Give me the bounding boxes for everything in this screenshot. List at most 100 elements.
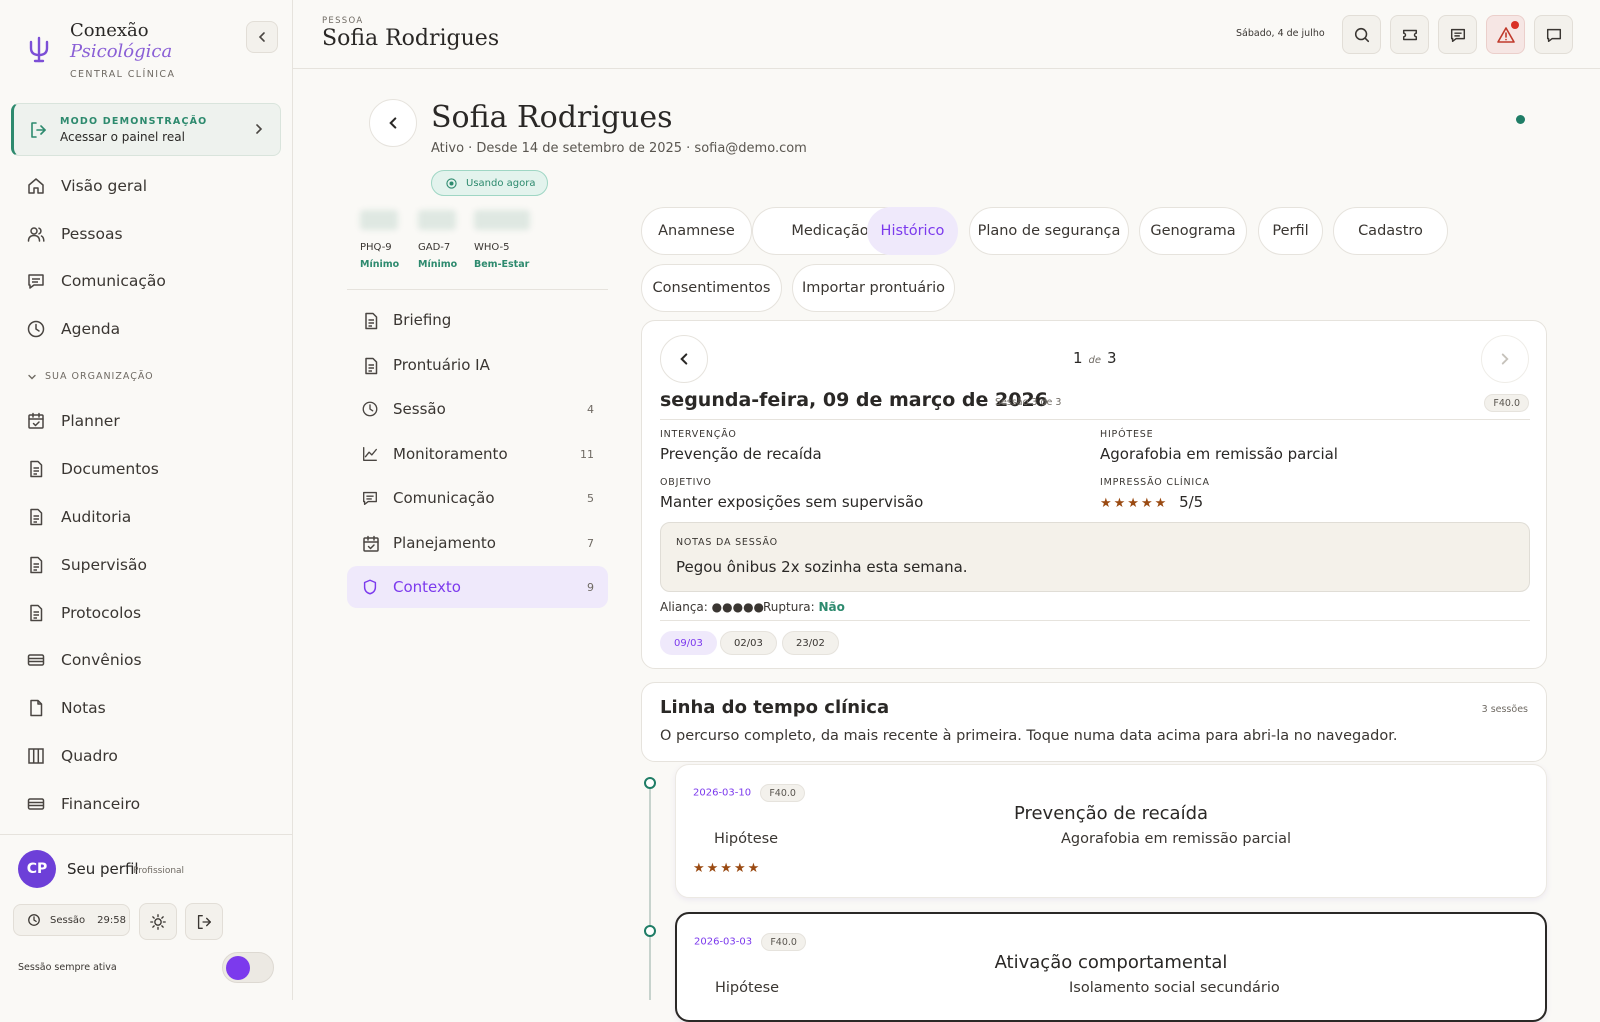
detail-menu-item[interactable]: Sessão 4: [347, 388, 608, 430]
score-value-hidden: [474, 210, 530, 230]
diagnosis-code-badge: F40.0: [761, 933, 806, 951]
tab-5[interactable]: Perfil: [1258, 207, 1323, 255]
sidebar-item-pessoas[interactable]: Pessoas: [26, 222, 123, 246]
sidebar-item-org[interactable]: Convênios: [26, 648, 142, 672]
demo-mode-banner[interactable]: MODO DEMONSTRAÇÃO Acessar o painel real: [11, 103, 281, 156]
always-active-toggle[interactable]: [222, 952, 274, 983]
sidebar-item-agenda[interactable]: Agenda: [26, 317, 120, 341]
alerts-button[interactable]: [1486, 15, 1525, 54]
detail-menu-item[interactable]: Briefing: [347, 299, 608, 341]
sidebar-item-label: Financeiro: [61, 795, 141, 813]
collapse-sidebar-button[interactable]: [246, 21, 278, 53]
detail-menu-item[interactable]: Prontuário IA: [347, 344, 608, 386]
logout-button[interactable]: [185, 903, 223, 940]
clock-icon: [26, 319, 46, 339]
sidebar-item-label: Agenda: [61, 320, 121, 338]
online-indicator: [1516, 115, 1525, 124]
sidebar: Conexão Psicológica CENTRAL CLÍNICA MODO…: [0, 0, 293, 1000]
radio-dot-icon: [446, 177, 457, 189]
alliance-dots: ●●●●●: [711, 600, 765, 614]
sidebar-item-label: Visão geral: [61, 177, 148, 195]
chevron-down-icon: [27, 372, 37, 382]
theme-toggle-button[interactable]: [139, 903, 177, 940]
detail-menu-item[interactable]: Monitoramento 11: [347, 433, 608, 475]
detail-menu-count: 5: [587, 491, 594, 505]
sidebar-item-org[interactable]: Documentos: [26, 457, 159, 481]
entry-hypothesis-label: Hipótese: [715, 980, 780, 996]
back-button[interactable]: [369, 99, 417, 147]
entry-date-value: 2026-03-03: [694, 936, 753, 948]
sidebar-item-label: Protocolos: [61, 604, 142, 622]
message-icon: [1450, 28, 1465, 42]
sidebar-item-org[interactable]: Financeiro: [26, 792, 140, 816]
detail-menu-label: Prontuário IA: [393, 356, 490, 374]
clock-icon: [361, 400, 379, 418]
entry-hypothesis-value: Agorafobia em remissão parcial: [1061, 831, 1292, 847]
intervention-value: Prevenção de recaída: [660, 445, 822, 463]
tab-8[interactable]: Importar prontuário: [792, 264, 955, 312]
card-icon: [26, 794, 46, 814]
session-timer[interactable]: Sessão 29:58: [13, 904, 130, 936]
search-icon: [1354, 27, 1369, 42]
hypothesis-value: Agorafobia em remissão parcial: [1100, 445, 1338, 463]
diagnosis-code-badge: F40.0: [1484, 394, 1529, 412]
card-icon: [26, 650, 46, 670]
sidebar-item-org[interactable]: Protocolos: [26, 601, 141, 625]
detail-menu-item[interactable]: Planejamento 7: [347, 522, 608, 564]
demo-label: MODO DEMONSTRAÇÃO: [60, 115, 208, 127]
avatar[interactable]: CP: [18, 850, 56, 888]
entry-hypothesis-label: Hipótese: [714, 831, 779, 847]
session-card: 1 de 3 segunda-feira, 09 de março de 2026 …: [641, 320, 1547, 669]
detail-menu-count: 9: [587, 580, 594, 594]
tab-3[interactable]: Plano de segurança: [969, 207, 1129, 255]
profile-role: Profissional: [133, 866, 185, 876]
objective-value: Manter exposições sem supervisão: [660, 493, 924, 511]
sidebar-item-org[interactable]: Supervisão: [26, 553, 147, 577]
timeline-entry[interactable]: 2026-03-10 F40.0 Prevenção de recaída Hi…: [675, 764, 1547, 898]
entry-hypothesis-value: Isolamento social secundário: [1069, 980, 1280, 996]
session-date-chip[interactable]: 09/03: [660, 631, 717, 655]
organization-section-toggle[interactable]: SUA ORGANIZAÇÃO: [27, 371, 154, 382]
score-name: GAD-7: [418, 242, 451, 253]
brand[interactable]: Conexão Psicológica CENTRAL CLÍNICA: [24, 20, 175, 80]
next-session-button[interactable]: [1481, 335, 1529, 383]
tab-4[interactable]: Genograma: [1139, 207, 1247, 255]
demo-title: Acessar o painel real: [60, 129, 185, 144]
document-icon: [26, 459, 46, 479]
tab-7[interactable]: Consentimentos: [641, 264, 782, 312]
detail-menu-item[interactable]: Contexto 9: [347, 566, 608, 608]
chevron-right-icon: [1501, 353, 1509, 365]
score-gad7: GAD-7 Mínimo: [418, 210, 457, 270]
messages-button[interactable]: [1438, 15, 1477, 54]
tickets-button[interactable]: [1390, 15, 1429, 54]
sidebar-item-label: Supervisão: [61, 556, 147, 574]
session-date-chip[interactable]: 02/03: [720, 631, 777, 655]
search-button[interactable]: [1342, 15, 1381, 54]
toggle-knob: [226, 956, 250, 980]
sidebar-item-org[interactable]: Quadro: [26, 744, 118, 768]
profile-link[interactable]: Seu perfil: [67, 860, 139, 878]
score-value-hidden: [418, 210, 456, 230]
impression-value: 5/5: [1179, 493, 1204, 511]
tab-0[interactable]: Anamnese: [641, 207, 752, 255]
tab-2[interactable]: Histórico: [867, 207, 958, 255]
detail-menu-count: 7: [587, 536, 594, 550]
divider: [660, 620, 1530, 621]
sidebar-item-visao-geral[interactable]: Visão geral: [26, 174, 147, 198]
sidebar-item-org[interactable]: Auditoria: [26, 505, 131, 529]
chat-button[interactable]: [1534, 15, 1573, 54]
tab-6[interactable]: Cadastro: [1333, 207, 1448, 255]
document-icon: [361, 311, 379, 330]
session-date-chip[interactable]: 23/02: [782, 631, 839, 655]
pager-of: de: [1088, 355, 1102, 366]
detail-menu-item[interactable]: Comunicação 5: [347, 477, 608, 519]
sidebar-item-label: Convênios: [61, 651, 142, 669]
rupture-indicator: Ruptura: Não: [763, 600, 845, 614]
sidebar-item-comunicacao[interactable]: Comunicação: [26, 269, 166, 293]
timeline-entry[interactable]: 2026-03-03 F40.0 Ativação comportamental…: [675, 912, 1547, 1022]
divider: [660, 419, 1530, 420]
previous-session-button[interactable]: [660, 335, 708, 383]
sidebar-item-org[interactable]: Planner: [26, 409, 120, 433]
sidebar-item-org[interactable]: Notas: [26, 696, 106, 720]
sidebar-item-label: Documentos: [61, 460, 159, 478]
